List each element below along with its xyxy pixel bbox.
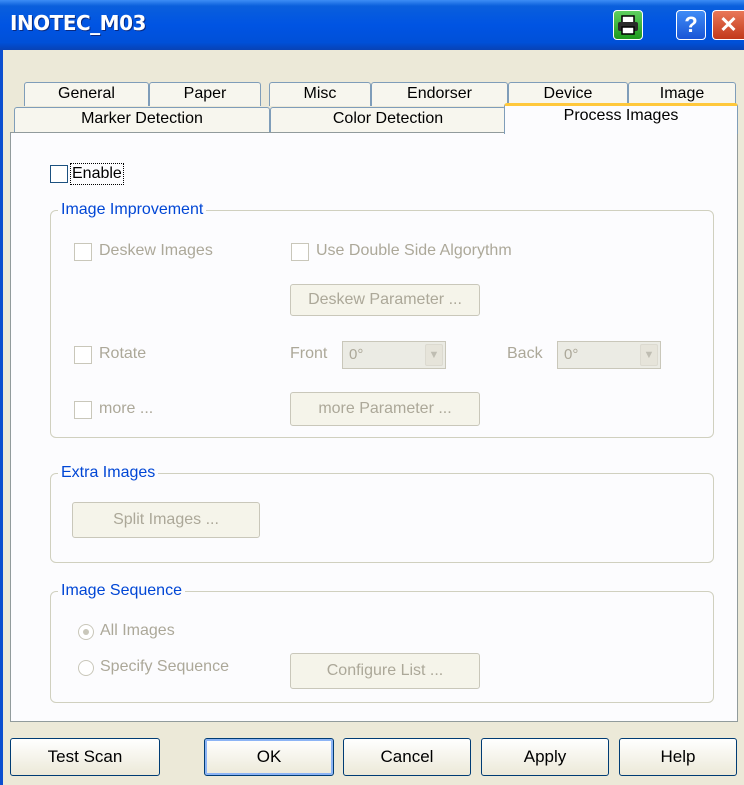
specify-sequence-radio[interactable] [78, 660, 94, 676]
rotate-checkbox[interactable] [74, 346, 92, 364]
test-scan-button[interactable]: Test Scan [10, 738, 160, 776]
tab-process-images[interactable]: Process Images [504, 103, 738, 134]
front-select[interactable]: 0° ▼ [342, 341, 446, 369]
tab-misc[interactable]: Misc [269, 82, 371, 106]
enable-label: Enable [70, 163, 124, 185]
rotate-label: Rotate [99, 345, 147, 362]
deskew-images-label: Deskew Images [99, 242, 213, 259]
back-select[interactable]: 0° ▼ [557, 341, 661, 369]
printer-icon [618, 15, 638, 35]
more-checkbox[interactable] [74, 401, 92, 419]
front-label: Front [290, 345, 328, 362]
extra-images-legend: Extra Images [58, 464, 159, 482]
double-side-checkbox[interactable] [291, 243, 309, 261]
chevron-down-icon: ▼ [640, 344, 658, 366]
more-parameter-button[interactable]: more Parameter ... [290, 392, 480, 426]
help-dialog-button[interactable]: Help [619, 738, 737, 776]
back-label: Back [507, 345, 543, 362]
enable-checkbox[interactable] [50, 165, 68, 183]
tab-color-detection[interactable]: Color Detection [270, 107, 506, 133]
tab-general[interactable]: General [24, 82, 149, 106]
close-button[interactable]: ✕ [712, 10, 744, 40]
ok-button[interactable]: OK [204, 738, 334, 776]
close-icon: ✕ [719, 12, 738, 37]
configure-list-button[interactable]: Configure List ... [290, 653, 480, 689]
chevron-down-icon: ▼ [425, 344, 443, 366]
all-images-radio[interactable] [78, 624, 94, 640]
apply-button[interactable]: Apply [481, 738, 609, 776]
double-side-label: Use Double Side Algorythm [316, 242, 512, 259]
cancel-button[interactable]: Cancel [343, 738, 471, 776]
specify-sequence-label: Specify Sequence [100, 658, 229, 675]
printer-button[interactable] [613, 10, 643, 40]
tab-endorser[interactable]: Endorser [371, 82, 508, 106]
deskew-parameter-button[interactable]: Deskew Parameter ... [290, 284, 480, 316]
image-sequence-legend: Image Sequence [58, 582, 185, 600]
help-icon: ? [684, 12, 698, 37]
image-improvement-legend: Image Improvement [58, 201, 207, 219]
more-label: more ... [99, 400, 154, 417]
tab-marker-detection[interactable]: Marker Detection [14, 107, 270, 133]
tab-paper[interactable]: Paper [149, 82, 261, 106]
window-frame [0, 50, 3, 785]
window-title: INOTEC_M03 [10, 11, 146, 35]
front-select-value: 0° [349, 346, 364, 363]
back-select-value: 0° [564, 346, 579, 363]
deskew-images-checkbox[interactable] [74, 243, 92, 261]
split-images-button[interactable]: Split Images ... [72, 502, 260, 538]
help-button[interactable]: ? [676, 10, 706, 40]
all-images-label: All Images [100, 622, 175, 639]
